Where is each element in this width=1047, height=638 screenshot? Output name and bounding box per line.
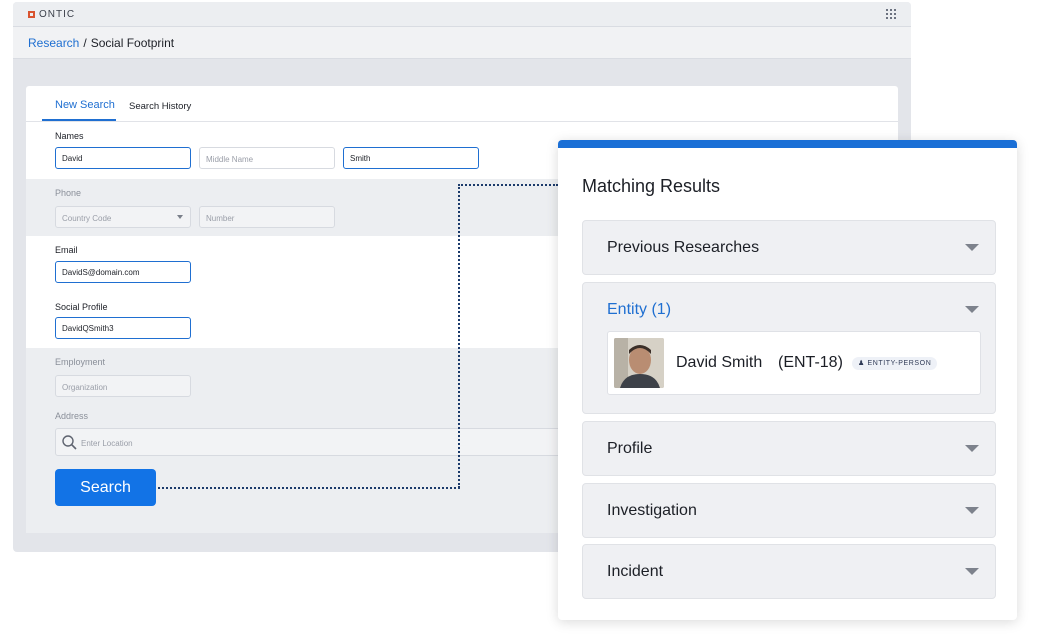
entity-name: David Smith xyxy=(676,354,763,371)
accordion-previous-label: Previous Researches xyxy=(607,239,760,256)
first-name-field[interactable]: David xyxy=(55,147,191,169)
email-field[interactable]: DavidS@domain.com xyxy=(55,261,191,283)
breadcrumb-research-link[interactable]: Research xyxy=(28,36,79,50)
tab-new-search[interactable]: New Search xyxy=(55,99,115,111)
social-profile-field[interactable]: DavidQSmith3 xyxy=(55,317,191,339)
phone-number-field[interactable]: Number xyxy=(199,206,335,228)
chevron-down-icon xyxy=(965,568,979,575)
middle-name-field[interactable]: Middle Name xyxy=(199,147,335,169)
breadcrumb-separator: / xyxy=(83,36,87,50)
entity-result-item[interactable]: David Smith (ENT-18) ♟ ENTITY-PERSON xyxy=(607,331,981,395)
country-code-select[interactable]: Country Code xyxy=(55,206,191,228)
active-tab-indicator xyxy=(42,119,116,121)
breadcrumb-bar: Research / Social Footprint xyxy=(13,27,911,59)
organization-field[interactable]: Organization xyxy=(55,375,191,397)
tab-search-history[interactable]: Search History xyxy=(129,101,191,112)
person-photo-icon xyxy=(614,338,664,388)
entity-type-text: ENTITY-PERSON xyxy=(867,360,932,367)
connector-line-top xyxy=(458,184,558,186)
entity-id: (ENT-18) xyxy=(778,354,843,371)
accordion-profile-label: Profile xyxy=(607,440,653,457)
entity-type-badge: ♟ ENTITY-PERSON xyxy=(852,357,938,370)
panel-accent-bar xyxy=(558,140,1017,148)
top-bar: ONTIC xyxy=(13,2,911,27)
chevron-down-icon xyxy=(965,306,979,313)
location-field[interactable]: Enter Location xyxy=(55,428,575,456)
logo-text: ONTIC xyxy=(39,9,76,20)
chevron-down-icon xyxy=(177,215,183,219)
last-name-field[interactable]: Smith xyxy=(343,147,479,169)
names-label: Names xyxy=(55,131,84,141)
accordion-incident[interactable]: Incident xyxy=(582,544,996,599)
ontic-logo[interactable]: ONTIC xyxy=(28,9,75,20)
connector-line-vertical xyxy=(458,184,460,488)
search-button[interactable]: Search xyxy=(55,469,156,506)
country-code-placeholder: Country Code xyxy=(62,214,112,223)
address-label: Address xyxy=(55,411,89,421)
person-icon: ♟ xyxy=(858,360,865,367)
connector-line-horizontal xyxy=(158,487,460,489)
logo-mark-icon xyxy=(28,11,35,18)
location-placeholder: Enter Location xyxy=(81,439,133,448)
chevron-down-icon xyxy=(965,507,979,514)
accordion-entity-label: Entity (1) xyxy=(607,301,672,318)
accordion-investigation[interactable]: Investigation xyxy=(582,483,996,538)
accordion-entity[interactable]: Entity (1) David Smith (ENT-18) ♟ ENTITY… xyxy=(582,282,996,414)
avatar xyxy=(614,338,664,388)
employment-label: Employment xyxy=(55,357,106,367)
search-tabs: New Search Search History xyxy=(26,86,898,122)
accordion-incident-label: Incident xyxy=(607,563,664,580)
matching-results-title: Matching Results xyxy=(582,176,721,196)
search-icon xyxy=(62,435,77,450)
accordion-profile[interactable]: Profile xyxy=(582,421,996,476)
accordion-investigation-label: Investigation xyxy=(607,502,697,519)
matching-results-panel: Matching Results Previous Researches Ent… xyxy=(558,140,1017,620)
breadcrumb-current: Social Footprint xyxy=(90,36,175,50)
chevron-down-icon xyxy=(965,244,979,251)
phone-label: Phone xyxy=(55,188,82,198)
social-profile-label: Social Profile xyxy=(55,302,108,312)
chevron-down-icon xyxy=(965,445,979,452)
app-grid-icon[interactable] xyxy=(886,9,896,19)
accordion-previous-researches[interactable]: Previous Researches xyxy=(582,220,996,275)
email-label: Email xyxy=(55,245,78,255)
breadcrumb: Research / Social Footprint xyxy=(28,36,174,50)
